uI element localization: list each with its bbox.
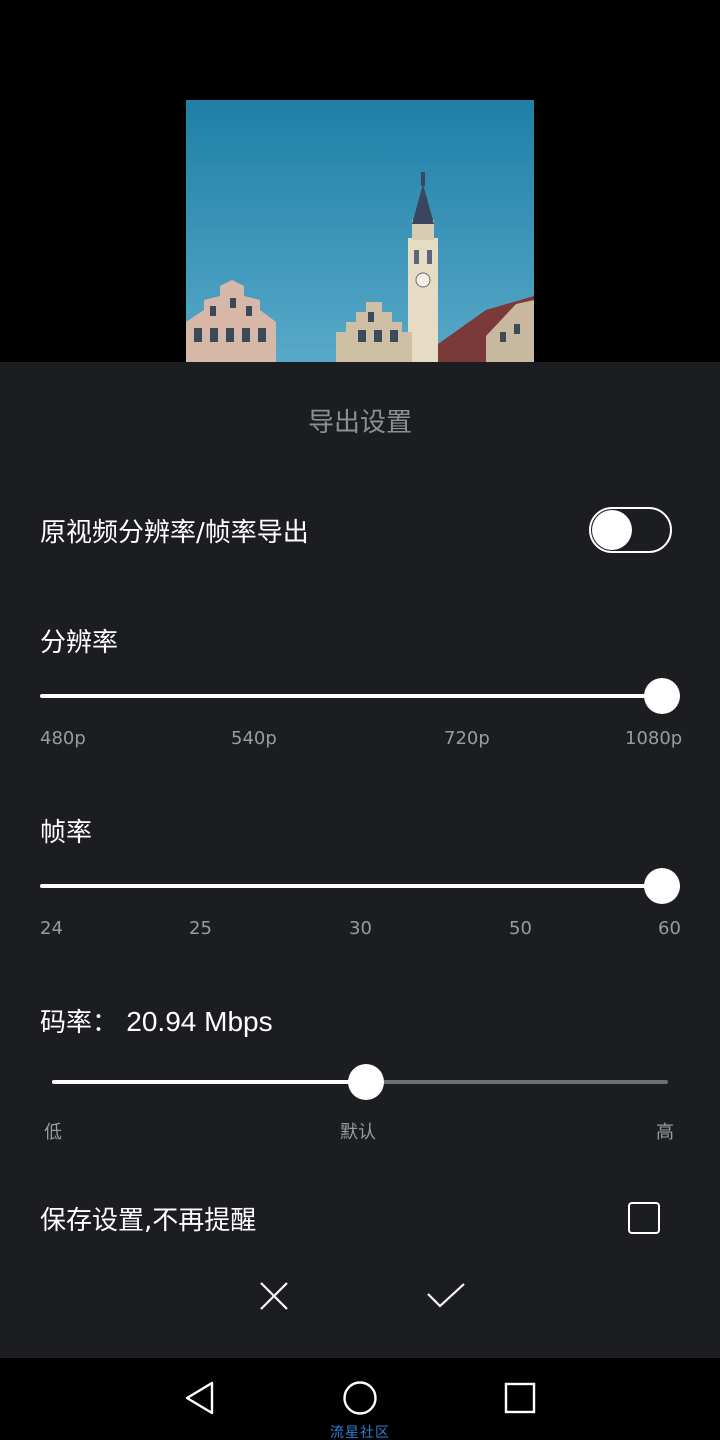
save-settings-label: 保存设置,不再提醒 bbox=[40, 1206, 257, 1236]
save-settings-checkbox[interactable] bbox=[628, 1202, 660, 1234]
resolution-slider-track[interactable] bbox=[40, 694, 662, 698]
resolution-tick-1080p: 1080p bbox=[625, 728, 683, 749]
nav-back-button[interactable] bbox=[170, 1368, 230, 1428]
export-settings-screen: 导出设置 原视频分辨率/帧率导出 分辨率 480p 540p 720p 1080… bbox=[0, 0, 720, 1440]
confirm-button[interactable] bbox=[416, 1266, 476, 1326]
resolution-tick-480p: 480p bbox=[40, 728, 86, 749]
home-circle-icon bbox=[343, 1381, 377, 1415]
video-preview-image bbox=[186, 100, 534, 362]
framerate-tick-60: 60 bbox=[658, 918, 681, 939]
framerate-label: 帧率 bbox=[40, 818, 93, 848]
bitrate-slider-fill bbox=[52, 1080, 366, 1084]
bitrate-slider-thumb[interactable] bbox=[348, 1064, 384, 1100]
video-preview-area bbox=[0, 0, 720, 362]
watermark-text: 流星社区 bbox=[330, 1425, 390, 1440]
panel-title: 导出设置 bbox=[307, 408, 412, 438]
bitrate-tick-low: 低 bbox=[44, 1122, 62, 1143]
bitrate-label: 码率： bbox=[40, 1008, 119, 1038]
framerate-tick-25: 25 bbox=[189, 918, 212, 939]
framerate-tick-24: 24 bbox=[40, 918, 63, 939]
framerate-tick-50: 50 bbox=[509, 918, 532, 939]
bitrate-label-row: 码率： 20.94 Mbps bbox=[40, 1002, 273, 1039]
nav-home-button[interactable] bbox=[330, 1368, 390, 1428]
close-icon bbox=[260, 1282, 288, 1310]
bitrate-value: 20.94 Mbps bbox=[126, 1006, 273, 1037]
cancel-button[interactable] bbox=[244, 1266, 304, 1326]
resolution-slider-thumb[interactable] bbox=[644, 678, 680, 714]
toggle-knob bbox=[592, 510, 632, 550]
original-export-toggle[interactable] bbox=[589, 507, 672, 553]
bitrate-tick-default: 默认 bbox=[340, 1122, 376, 1143]
city-clock-tower-image bbox=[186, 100, 534, 362]
bitrate-tick-high: 高 bbox=[656, 1122, 674, 1143]
system-nav-bar: 流星社区 bbox=[0, 1358, 720, 1440]
framerate-slider-thumb[interactable] bbox=[644, 868, 680, 904]
framerate-slider-track[interactable] bbox=[40, 884, 662, 888]
recents-square-icon bbox=[504, 1382, 536, 1414]
original-export-label: 原视频分辨率/帧率导出 bbox=[40, 518, 309, 548]
resolution-tick-720p: 720p bbox=[444, 728, 490, 749]
resolution-label: 分辨率 bbox=[40, 628, 119, 658]
framerate-tick-30: 30 bbox=[349, 918, 372, 939]
resolution-tick-540p: 540p bbox=[231, 728, 277, 749]
check-icon bbox=[427, 1283, 465, 1308]
nav-recents-button[interactable] bbox=[490, 1368, 550, 1428]
back-triangle-icon bbox=[185, 1381, 214, 1415]
export-settings-panel: 导出设置 原视频分辨率/帧率导出 分辨率 480p 540p 720p 1080… bbox=[0, 362, 720, 1358]
